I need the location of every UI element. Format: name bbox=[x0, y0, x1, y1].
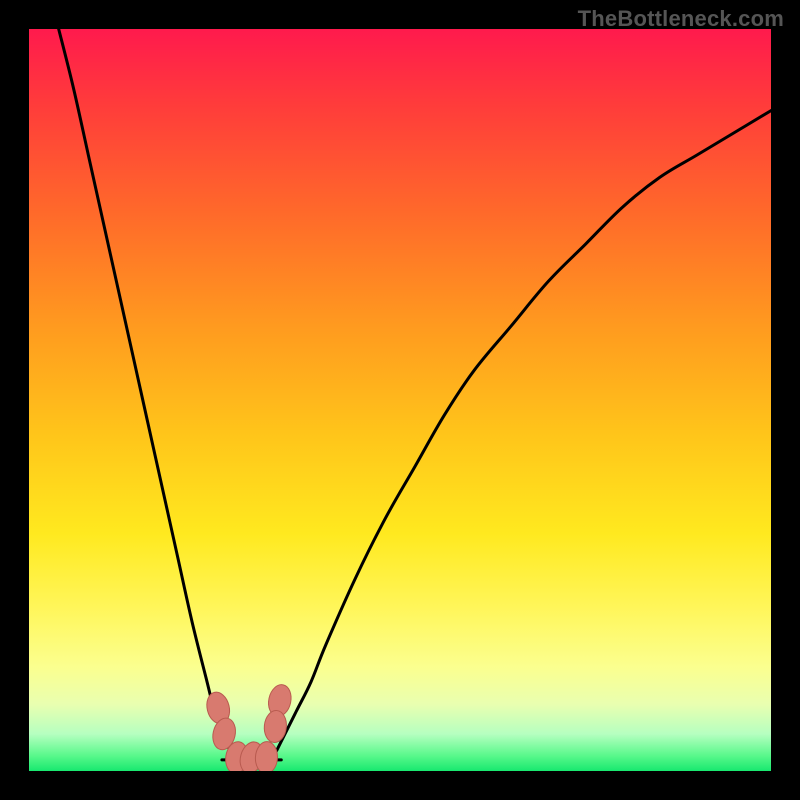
plot-area bbox=[29, 29, 771, 771]
marker-layer bbox=[204, 683, 294, 771]
chart-svg bbox=[29, 29, 771, 771]
series-left-curve bbox=[59, 29, 237, 756]
curve-layer bbox=[59, 29, 771, 760]
series-right-curve bbox=[274, 111, 771, 757]
chart-frame: TheBottleneck.com bbox=[0, 0, 800, 800]
watermark-text: TheBottleneck.com bbox=[578, 6, 784, 32]
